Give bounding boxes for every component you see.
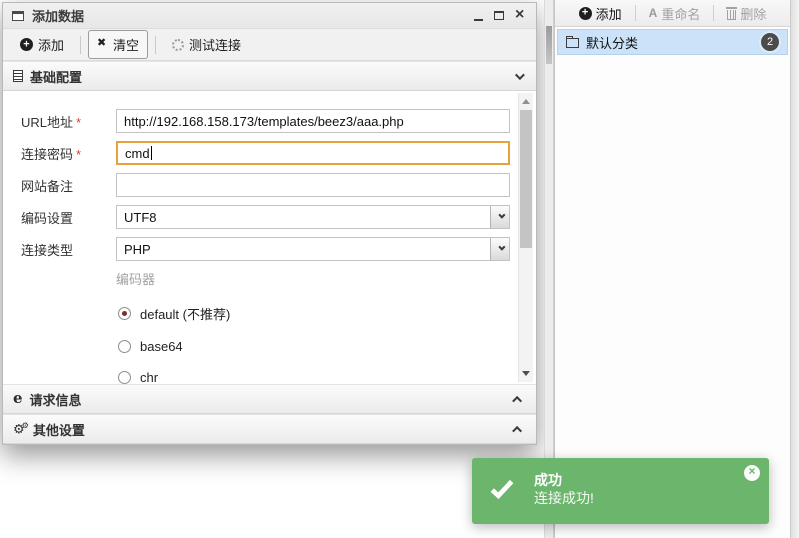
type-row: 连接类型 PHP — [21, 237, 536, 261]
toolbar-separator — [155, 35, 157, 54]
chevron-down-icon — [514, 69, 525, 80]
url-input[interactable]: http://192.168.158.173/templates/beez3/a… — [116, 109, 510, 133]
section-basic-label: 基础配置 — [30, 69, 83, 85]
url-value: http://192.168.158.173/templates/beez3/a… — [124, 113, 404, 129]
required-marker: * — [76, 114, 82, 130]
note-label: 网站备注 — [21, 178, 74, 194]
gears-icon: ⚙ — [13, 422, 26, 435]
scroll-up-arrow-icon[interactable] — [522, 99, 530, 104]
chevron-down-icon — [497, 243, 505, 251]
required-marker: * — [76, 146, 82, 162]
section-basic-config[interactable]: 基础配置 — [3, 61, 536, 91]
test-connection-label: 测试连接 — [189, 38, 242, 53]
encoding-label: 编码设置 — [21, 210, 74, 226]
toolbar-separator — [713, 5, 715, 21]
type-label: 连接类型 — [21, 242, 74, 258]
dialog-title: 添加数据 — [32, 9, 85, 24]
plus-circle-icon — [20, 38, 33, 51]
minimize-icon[interactable] — [474, 18, 483, 21]
encoder-option-chr[interactable]: chr — [118, 370, 536, 384]
category-delete-button[interactable]: 删除 — [725, 4, 768, 23]
dialog-titlebar[interactable]: 添加数据 — [3, 3, 536, 29]
close-icon[interactable] — [515, 6, 527, 24]
chevron-down-icon — [497, 211, 505, 219]
section-other-settings[interactable]: ⚙ 其他设置 — [3, 414, 536, 444]
test-connection-button[interactable]: 测试连接 — [163, 30, 250, 59]
category-rename-label: 重命名 — [661, 6, 701, 22]
radio-checked-icon[interactable] — [118, 307, 131, 320]
category-delete-label: 删除 — [740, 6, 767, 22]
rename-a-icon: A — [648, 6, 658, 20]
category-add-label: 添加 — [595, 6, 622, 22]
url-label: URL地址 * — [21, 114, 82, 130]
form-scrollbar[interactable] — [518, 93, 533, 382]
section-request-info[interactable]: e 请求信息 — [3, 384, 536, 414]
clear-button[interactable]: 清空 — [88, 30, 149, 59]
type-value: PHP — [124, 241, 151, 257]
count-badge: 2 — [761, 33, 779, 51]
add-data-dialog: 添加数据 添加 清空 测试连接 基础配置 URL地址* — [2, 2, 537, 445]
basic-config-form: URL地址 * http://192.168.158.173/templates/… — [3, 91, 536, 384]
toolbar-separator — [80, 35, 82, 54]
encoder-option-default[interactable]: default (不推荐) — [118, 304, 536, 323]
section-other-label: 其他设置 — [32, 422, 85, 438]
folder-icon — [566, 35, 579, 48]
password-row: 连接密码 * cmd — [21, 141, 536, 165]
add-button-label: 添加 — [38, 38, 65, 53]
section-request-label: 请求信息 — [29, 392, 82, 408]
page-scrollbar-thumb[interactable] — [546, 26, 552, 64]
type-select[interactable]: PHP — [116, 237, 510, 261]
chevron-up-icon — [512, 425, 523, 436]
url-row: URL地址 * http://192.168.158.173/templates/… — [21, 109, 536, 133]
chevron-up-icon — [512, 395, 523, 406]
document-icon — [13, 70, 23, 82]
category-toolbar: 添加 A 重命名 删除 — [555, 0, 790, 27]
category-rename-button[interactable]: A 重命名 — [647, 4, 703, 23]
encoder-group-label: 编码器 — [116, 272, 156, 287]
text-caret — [150, 146, 152, 160]
checkmark-icon — [490, 475, 514, 500]
request-icon: e — [13, 388, 23, 407]
encoder-option-label: base64 — [140, 339, 183, 354]
category-item-label: 默认分类 — [586, 35, 639, 51]
category-item-default[interactable]: 默认分类 2 — [557, 29, 788, 55]
clear-x-icon — [97, 36, 108, 50]
maximize-icon[interactable] — [494, 11, 504, 20]
encoder-option-base64[interactable]: base64 — [118, 339, 536, 354]
toast-title: 成功 — [534, 472, 562, 488]
toast-close-icon[interactable] — [744, 464, 760, 481]
plus-circle-icon — [578, 6, 592, 20]
encoding-select[interactable]: UTF8 — [116, 205, 510, 229]
category-add-button[interactable]: 添加 — [577, 4, 624, 23]
loading-spinner-icon — [172, 38, 185, 51]
toolbar-separator — [634, 5, 636, 21]
password-input[interactable]: cmd — [116, 141, 510, 165]
note-row: 网站备注 — [21, 173, 536, 197]
radio-icon[interactable] — [118, 371, 131, 384]
password-label: 连接密码 * — [21, 146, 82, 162]
dialog-toolbar: 添加 清空 测试连接 — [3, 29, 536, 61]
type-dropdown-button[interactable] — [490, 238, 509, 260]
radio-icon[interactable] — [118, 340, 131, 353]
scroll-down-arrow-icon[interactable] — [522, 371, 530, 376]
scrollbar-thumb[interactable] — [520, 110, 532, 248]
window-icon — [12, 10, 24, 21]
encoder-option-label: chr — [140, 370, 159, 384]
encoding-dropdown-button[interactable] — [490, 206, 509, 228]
encoding-row: 编码设置 UTF8 — [21, 205, 536, 229]
encoding-value: UTF8 — [124, 209, 157, 225]
window-scrollbar[interactable] — [790, 0, 799, 538]
password-value: cmd — [125, 145, 150, 161]
note-input[interactable] — [116, 173, 510, 197]
toast-message: 连接成功! — [534, 490, 594, 506]
clear-button-label: 清空 — [113, 38, 140, 53]
encoder-option-label: default (不推荐) — [140, 307, 231, 322]
add-button[interactable]: 添加 — [11, 30, 73, 59]
success-toast: 成功 连接成功! — [472, 458, 769, 524]
trash-icon — [726, 6, 738, 20]
